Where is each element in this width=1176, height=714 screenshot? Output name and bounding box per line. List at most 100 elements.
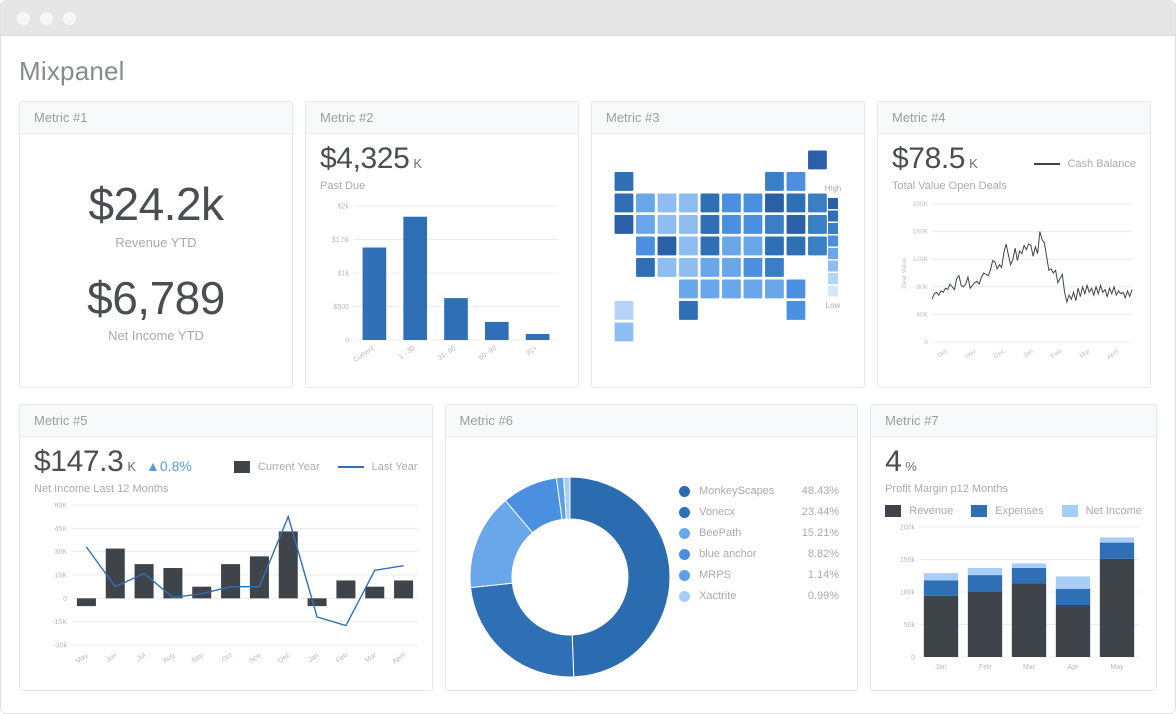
legend-item[interactable]: Expenses <box>971 505 1043 517</box>
svg-text:Jul: Jul <box>136 652 148 663</box>
svg-text:Aug: Aug <box>162 652 176 665</box>
svg-text:Jan: Jan <box>307 652 320 664</box>
chart-us-choropleth-map[interactable]: HighLow <box>606 144 850 388</box>
legend-item[interactable]: MRPS1.14% <box>679 569 839 581</box>
svg-text:Dec: Dec <box>277 652 292 665</box>
svg-text:Jun: Jun <box>105 652 118 664</box>
kpi-open-deals-unit: K <box>969 156 978 171</box>
dashboard-row-bottom: Metric #5 $147.3 K ▲0.8% Net Income Last 1… <box>19 404 1157 691</box>
svg-text:91+: 91+ <box>525 345 539 358</box>
legend-last-year: Last Year <box>338 461 418 473</box>
legend-item-label: Expenses <box>995 505 1043 517</box>
svg-text:Feb: Feb <box>335 652 349 665</box>
svg-text:April: April <box>1106 348 1121 362</box>
card-body-metric-2: $4,325K Past Due 0$500$1k$1.5k$2kCurrent… <box>306 134 578 388</box>
browser-window: Mixpanel Metric #1 $24.2k Revenue YTD $6… <box>0 0 1176 714</box>
legend-item[interactable]: blue anchor8.82% <box>679 548 839 560</box>
legend-item[interactable]: Net Income <box>1062 505 1142 517</box>
svg-text:200k: 200k <box>900 525 916 532</box>
legend-dot-icon <box>679 549 690 560</box>
legend-item[interactable]: Vonecx23.44% <box>679 506 839 518</box>
svg-text:Mar: Mar <box>1023 664 1036 671</box>
chart-net-income-combo[interactable]: -30k-15K015K30K45K60KMayJunJulAugSepOctN… <box>34 495 422 685</box>
legend-swatch-icon <box>1062 505 1078 517</box>
close-dot-icon[interactable] <box>17 12 30 25</box>
card-title-metric-1: Metric #1 <box>20 102 292 134</box>
svg-text:200K: 200K <box>913 201 929 208</box>
card-body-metric-6: MonkeyScapes48.43% Vonecx23.44% BeePath15.… <box>446 437 858 691</box>
chart-aging-bars[interactable]: 0$500$1k$1.5k$2kCurrent1 - 3031- 6060- 9… <box>320 192 564 382</box>
kpi-net-income-ytd-value: $6,789 <box>87 274 225 322</box>
kpi-net-income-ytd-label: Net Income YTD <box>87 328 225 343</box>
kpi-net-income-12m-label: Net Income Last 12 Months <box>34 483 192 495</box>
card-metric-4[interactable]: Metric #4 $78.5K Total Value Open Deals … <box>877 101 1151 388</box>
chart-cash-balance-line[interactable]: 040K80K120K160K200KDeal ValueOctNovDecJa… <box>892 192 1136 382</box>
svg-text:Deal Value: Deal Value <box>901 257 908 289</box>
kpi-revenue-ytd-label: Revenue YTD <box>88 235 223 250</box>
legend-item-value: 1.14% <box>808 569 839 581</box>
kpi-open-deals-label: Total Value Open Deals <box>892 180 1007 192</box>
legend-dot-icon <box>679 507 690 518</box>
svg-text:Jan: Jan <box>1022 348 1035 360</box>
legend-item-value: 23.44% <box>802 506 839 518</box>
kpi-revenue-ytd: $24.2k Revenue YTD <box>88 180 223 249</box>
card-metric-7[interactable]: Metric #7 4% Profit Margin p12 Months Re… <box>870 404 1157 691</box>
legend-item-label: Vonecx <box>699 506 802 518</box>
legend-item-label: blue anchor <box>699 548 808 560</box>
legend-item-value: 15.21% <box>802 527 839 539</box>
card-title-metric-7: Metric #7 <box>871 405 1156 437</box>
card-body-metric-1: $24.2k Revenue YTD $6,789 Net Income YTD <box>20 134 292 387</box>
kpi-past-due-label: Past Due <box>320 180 422 192</box>
dashboard-row-top: Metric #1 $24.2k Revenue YTD $6,789 Net … <box>19 101 1157 388</box>
card-metric-6[interactable]: Metric #6 MonkeyScapes48.43% Vonecx23.44%… <box>445 404 859 691</box>
svg-text:$500: $500 <box>333 304 349 311</box>
kpi-delta-badge: ▲0.8% <box>146 458 192 474</box>
svg-text:80K: 80K <box>916 284 928 291</box>
svg-text:Feb: Feb <box>979 664 991 671</box>
kpi-net-income-12m-value: $147.3 <box>34 445 123 478</box>
svg-text:-30k: -30k <box>53 643 67 650</box>
svg-text:0: 0 <box>911 655 915 662</box>
legend-item-label: Xactrite <box>699 590 808 602</box>
svg-text:31- 60: 31- 60 <box>437 345 457 362</box>
svg-text:0: 0 <box>924 339 928 346</box>
page-title: Mixpanel <box>19 36 1157 101</box>
kpi-profit-margin-label: Profit Margin p12 Months <box>885 483 1008 495</box>
svg-text:April: April <box>391 652 407 666</box>
legend-item[interactable]: Xactrite0.99% <box>679 590 839 602</box>
legend-swatch-icon <box>971 505 987 517</box>
card-metric-3[interactable]: Metric #3 HighLow <box>591 101 865 388</box>
legend-item-label: Net Income <box>1086 505 1142 517</box>
svg-text:160K: 160K <box>913 229 929 236</box>
card-title-metric-6: Metric #6 <box>446 405 858 437</box>
svg-text:30K: 30K <box>55 549 68 556</box>
kpi-revenue-ytd-value: $24.2k <box>88 180 223 228</box>
maximize-dot-icon[interactable] <box>63 12 76 25</box>
kpi-past-due-value: $4,325 <box>320 142 409 175</box>
legend-item[interactable]: BeePath15.21% <box>679 527 839 539</box>
svg-text:Sep: Sep <box>191 652 205 665</box>
chart-profit-margin-stacked[interactable]: 050k100k150k200kJanFebMarAprMay <box>885 517 1145 685</box>
legend-item[interactable]: Revenue <box>885 505 953 517</box>
legend-item[interactable]: MonkeyScapes48.43% <box>679 485 839 497</box>
card-title-metric-5: Metric #5 <box>20 405 432 437</box>
kpi-net-income-12m-unit: K <box>127 459 136 474</box>
card-body-metric-7: 4% Profit Margin p12 Months RevenueExpen… <box>871 437 1156 691</box>
kpi-past-due: $4,325K Past Due <box>320 144 564 192</box>
svg-text:0: 0 <box>345 338 349 345</box>
card-metric-1[interactable]: Metric #1 $24.2k Revenue YTD $6,789 Net … <box>19 101 293 388</box>
card-metric-5[interactable]: Metric #5 $147.3 K ▲0.8% Net Income Last 1… <box>19 404 433 691</box>
legend-swatch-icon <box>885 505 901 517</box>
card-body-metric-4: $78.5K Total Value Open Deals Cash Balan… <box>878 134 1150 388</box>
card-body-metric-5: $147.3K▲0.8% Net Income Last 12 Months C… <box>20 437 432 691</box>
card-metric-2[interactable]: Metric #2 $4,325K Past Due 0$500$1k$1.5k… <box>305 101 579 388</box>
svg-text:High: High <box>825 184 841 193</box>
card-body-metric-3: HighLow <box>592 134 864 388</box>
chart-revenue-donut[interactable] <box>460 455 680 691</box>
legend-line-icon <box>1034 163 1060 165</box>
svg-text:Mar: Mar <box>1079 347 1093 360</box>
svg-text:50k: 50k <box>904 622 916 629</box>
svg-text:May: May <box>1110 664 1124 671</box>
svg-text:Jan: Jan <box>935 664 946 671</box>
minimize-dot-icon[interactable] <box>40 12 53 25</box>
